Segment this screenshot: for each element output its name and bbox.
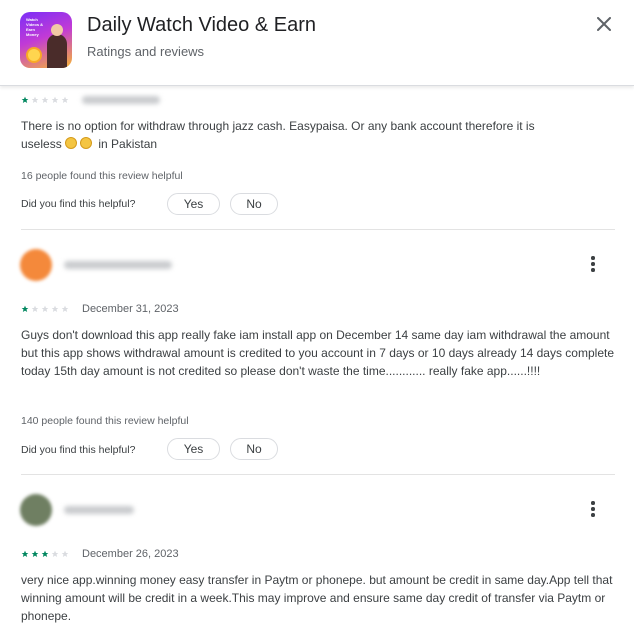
blurred-reviewer-name: [64, 506, 134, 514]
more-options-button[interactable]: [584, 500, 602, 518]
star-filled-icon: [21, 550, 29, 557]
review-text: very nice app.winning money easy transfe…: [21, 573, 613, 623]
more-vert-icon: [591, 501, 595, 505]
review-date: December 26, 2023: [82, 548, 179, 560]
star-empty-icon: [51, 550, 59, 557]
star-filled-icon: [41, 550, 49, 557]
app-icon: Watch Videos & Earn Money: [20, 12, 72, 68]
close-button[interactable]: [590, 10, 618, 38]
star-filled-icon: [31, 550, 39, 557]
review-card-3: December 26, 2023 very nice app.winning …: [0, 0, 634, 639]
coin-graphic: [26, 47, 42, 63]
dialog-header: Watch Videos & Earn Money Daily Watch Vi…: [0, 0, 634, 86]
app-icon-text: Watch Videos & Earn Money: [26, 17, 44, 37]
close-icon: [597, 17, 611, 31]
dialog-subtitle: Ratings and reviews: [87, 44, 205, 59]
person-graphic: [47, 34, 67, 68]
app-title: Daily Watch Video & Earn: [87, 14, 316, 36]
star-rating: [21, 550, 69, 558]
reviewer-avatar: [20, 494, 52, 526]
star-empty-icon: [61, 550, 69, 557]
face-graphic: [51, 24, 63, 36]
